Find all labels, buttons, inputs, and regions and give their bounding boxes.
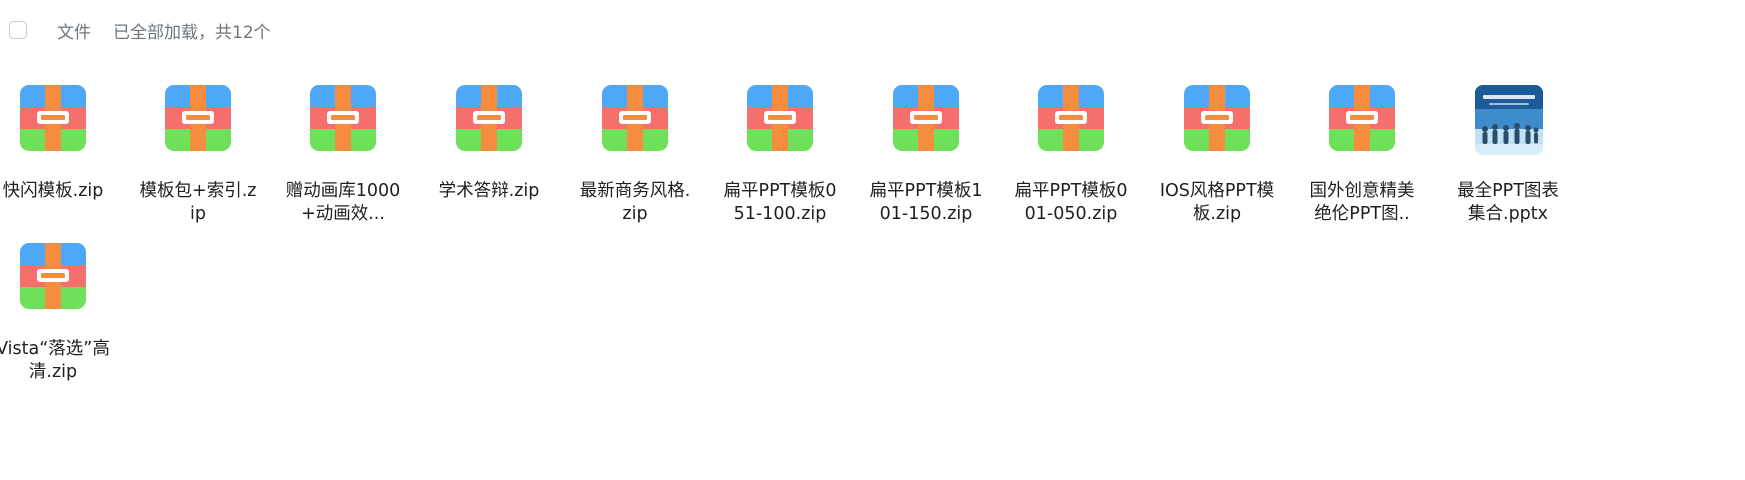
file-name: 快闪模板.zip (2, 181, 104, 201)
archive-icon (1329, 85, 1395, 151)
archive-icon (310, 85, 376, 151)
file-name: 最新商务风格.zip (579, 181, 691, 224)
file-name: 模板包+索引.zip (139, 181, 257, 224)
file-list-header: 文件 已全部加载，共12个 (9, 19, 271, 43)
file-name: 扁平PPT模板051-100.zip (723, 181, 837, 224)
archive-icon (456, 85, 522, 151)
header-title: 文件 (57, 22, 91, 43)
archive-icon (20, 243, 86, 309)
load-status: 已全部加载，共12个 (113, 22, 271, 43)
archive-icon (165, 85, 231, 151)
presentation-thumbnail (1475, 85, 1543, 155)
archive-icon (1184, 85, 1250, 151)
archive-icon (747, 85, 813, 151)
file-name: 国外创意精美绝伦PPT图.. (1309, 181, 1415, 224)
archive-icon (893, 85, 959, 151)
file-name: 赠动画库1000+动画效... (285, 181, 401, 224)
file-name: 学术答辩.zip (438, 181, 540, 201)
file-name: Vista“落选”高清.zip (0, 339, 110, 382)
file-name: IOS风格PPT模板.zip (1159, 181, 1275, 224)
file-name: 扁平PPT模板101-150.zip (869, 181, 983, 224)
archive-icon (20, 85, 86, 151)
select-all-checkbox[interactable] (9, 21, 27, 39)
archive-icon (602, 85, 668, 151)
file-name: 扁平PPT模板001-050.zip (1014, 181, 1128, 224)
archive-icon (1038, 85, 1104, 151)
file-name: 最全PPT图表集合.pptx (1457, 181, 1559, 224)
